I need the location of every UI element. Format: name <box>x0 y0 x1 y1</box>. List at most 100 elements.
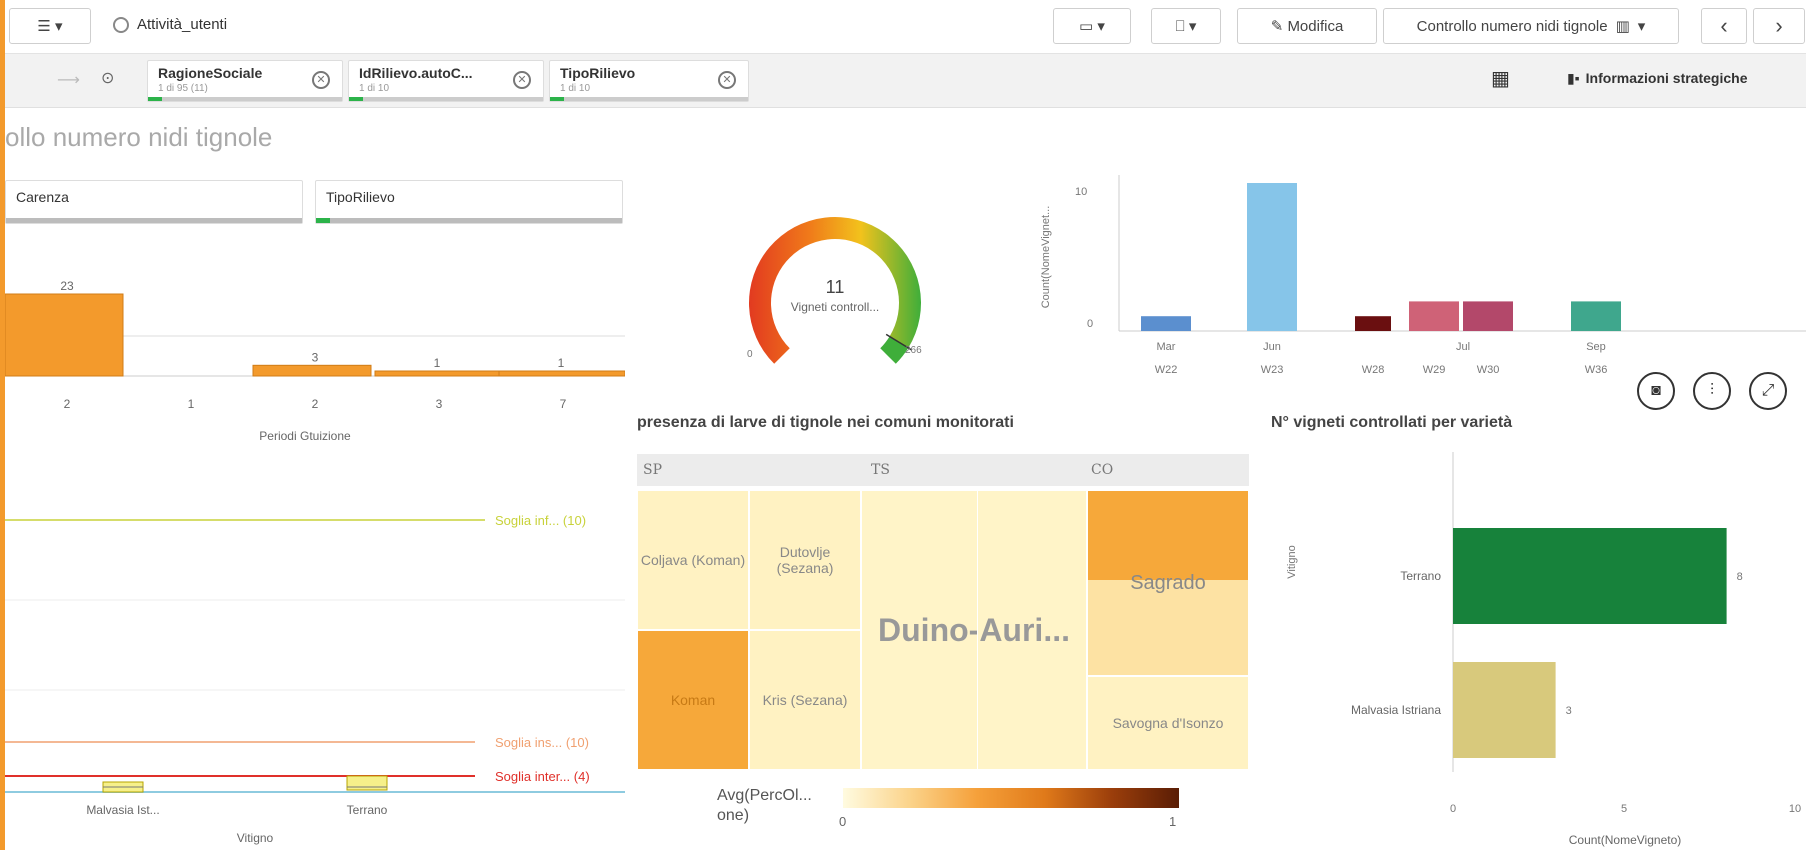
data-label: 3 <box>1566 705 1572 717</box>
treemap-legend-label: Avg(PercOl... one) <box>717 787 812 824</box>
bar-chart-weekly: Count(NomeVignet... 10 0 W22 W23 W28 W29 W30 W36… <box>1040 175 1806 376</box>
filterbox-carenza[interactable]: Carenza <box>5 180 303 224</box>
presentation-icon: ▭ <box>1079 18 1094 35</box>
previous-sheet-button[interactable]: ‹ <box>1701 8 1747 44</box>
week-tick-label: W29 <box>1423 364 1446 376</box>
bar <box>1141 316 1191 331</box>
x-axis-label: Count(NomeVigneto) <box>1569 833 1682 847</box>
chip-selection-bar <box>349 97 543 101</box>
gauge-value: 11 <box>826 277 845 297</box>
nav-menu-button[interactable]: ☰ ▾ <box>9 8 91 44</box>
bar <box>1571 301 1621 331</box>
month-tick-label: Jun <box>1263 341 1281 353</box>
close-icon[interactable]: ✕ <box>513 71 531 89</box>
month-tick-label: Mar <box>1157 341 1176 353</box>
edit-button[interactable]: ✎ Modifica <box>1237 8 1377 44</box>
gauge-chart: 11 Vigneti controll... 0 266 <box>747 217 922 364</box>
box <box>346 775 388 791</box>
bar <box>252 364 372 377</box>
x-tick-label: 10 <box>1789 803 1801 815</box>
sheet-selector[interactable]: Controllo numero nidi tignole ▥ ▾ <box>1383 8 1679 44</box>
globe-icon <box>113 16 129 33</box>
treemap-group-label: SP <box>643 462 663 478</box>
week-tick-label: W36 <box>1585 364 1608 376</box>
exploration-button[interactable]: ⫶ <box>1693 372 1731 410</box>
bar <box>1463 301 1513 331</box>
chip-selection-bar <box>550 97 748 101</box>
category-label: Terrano <box>1400 569 1441 583</box>
treemap-header <box>637 454 1249 486</box>
treemap-cell[interactable]: Duino-Auri... <box>861 490 1087 770</box>
week-tick-label: W30 <box>1477 364 1500 376</box>
treemap-cell[interactable]: Kris (Sezana) <box>749 630 861 770</box>
gauge-min: 0 <box>747 349 753 360</box>
gauge-label: Vigneti controll... <box>791 300 880 314</box>
present-button[interactable]: ▭ ▾ <box>1053 8 1131 44</box>
data-label: 1 <box>558 356 565 370</box>
top-toolbar: ☰ ▾ Attività_utenti ▭ ▾ ⎕ ▾ ✎ Modifica C… <box>5 0 1806 54</box>
gauge-max: 266 <box>905 345 922 356</box>
insights-button[interactable]: ▮▪ Informazioni strategiche <box>1567 70 1747 87</box>
next-sheet-button[interactable]: › <box>1753 8 1805 44</box>
treemap-group-label: TS <box>871 462 890 478</box>
y-tick-label: 0 <box>1087 318 1093 330</box>
chip-title: TipoRilievo <box>560 65 636 81</box>
close-icon[interactable]: ✕ <box>718 71 736 89</box>
filterbox-label: TipoRilievo <box>326 189 395 205</box>
fullscreen-button[interactable]: ⤢ <box>1749 372 1787 410</box>
bar-chart-carenza: 23 2 1 3 2 1 3 1 7 Periodi Gtuizione <box>5 280 625 443</box>
clear-selections-icon[interactable]: ⊙ <box>101 68 114 88</box>
tick-label: Malvasia Ist... <box>86 803 159 817</box>
treemap-legend-gradient <box>843 788 1179 808</box>
filterbox-tiporilievo[interactable]: TipoRilievo <box>315 180 623 224</box>
bar <box>1355 316 1391 331</box>
selections-tool-icon[interactable]: ▦ <box>1491 66 1510 91</box>
treemap-cell[interactable]: Sagrado <box>1087 490 1249 676</box>
sheet-selector-label: Controllo numero nidi tignole <box>1416 17 1608 35</box>
filterbox-label: Carenza <box>16 189 69 205</box>
y-axis-label: Count(NomeVignet... <box>1040 206 1052 309</box>
filterbox-bar <box>6 218 302 223</box>
x-axis-label: Periodi Gtuizione <box>259 429 351 443</box>
treemap-cell[interactable]: Dutovlje (Sezana) <box>749 490 861 630</box>
chip-subtitle: 1 di 95 (11) <box>158 83 208 94</box>
selection-chip-tiporilievo[interactable]: TipoRilievo 1 di 10 ✕ <box>549 60 749 102</box>
chevron-down-icon: ▾ <box>55 18 63 35</box>
chip-subtitle: 1 di 10 <box>359 83 390 94</box>
chevron-right-icon: › <box>1775 13 1783 38</box>
bar <box>498 370 625 377</box>
sliders-icon: ⫶ <box>1709 382 1714 399</box>
reference-line-label: Soglia inf... (10) <box>495 513 586 528</box>
treemap-cell[interactable]: Coljava (Koman) <box>637 490 749 630</box>
insights-label: Informazioni strategiche <box>1585 70 1748 86</box>
week-tick-label: W22 <box>1155 364 1178 376</box>
chevron-left-icon: ‹ <box>1720 13 1728 38</box>
selections-bar: ⟶ ⊙ RagioneSociale 1 di 95 (11) ✕ IdRili… <box>5 54 1806 108</box>
reference-line-label: Soglia inter... (4) <box>495 769 590 784</box>
sheet-title: ollo numero nidi tignole <box>5 122 273 152</box>
selection-chip-ragionesociale[interactable]: RagioneSociale 1 di 95 (11) ✕ <box>147 60 343 102</box>
treemap-cell[interactable]: Koman <box>637 630 749 770</box>
step-forward-icon[interactable]: ⟶ <box>57 70 80 90</box>
data-label: 3 <box>312 350 319 364</box>
reference-line-label: Soglia ins... (10) <box>495 735 589 750</box>
close-icon[interactable]: ✕ <box>312 71 330 89</box>
sheet-chart-icon: ▥ <box>1615 18 1630 35</box>
tick-label: 3 <box>436 397 443 411</box>
bookmark-button[interactable]: ⎕ ▾ <box>1151 8 1221 44</box>
treemap-legend-min: 0 <box>839 814 847 829</box>
filterbox-bar <box>316 218 622 223</box>
bar <box>374 370 502 377</box>
hbar-chart: Vitigno Terrano 8 Malvasia Istriana 3 0 5 10 Cou… <box>1286 452 1801 847</box>
snapshot-button[interactable]: ◙ <box>1637 372 1675 410</box>
tick-label: 7 <box>560 397 567 411</box>
treemap-cell[interactable]: Savogna d'Isonzo <box>1087 676 1249 770</box>
expand-icon: ⤢ <box>1761 382 1775 399</box>
chip-title: IdRilievo.autoC... <box>359 65 473 81</box>
bar <box>1453 662 1556 758</box>
data-label: 1 <box>434 356 441 370</box>
selection-chip-idrilievo[interactable]: IdRilievo.autoC... 1 di 10 ✕ <box>348 60 544 102</box>
tick-label: Terrano <box>347 803 388 817</box>
data-label: 8 <box>1737 571 1743 583</box>
app-title[interactable]: Attività_utenti <box>113 16 227 33</box>
